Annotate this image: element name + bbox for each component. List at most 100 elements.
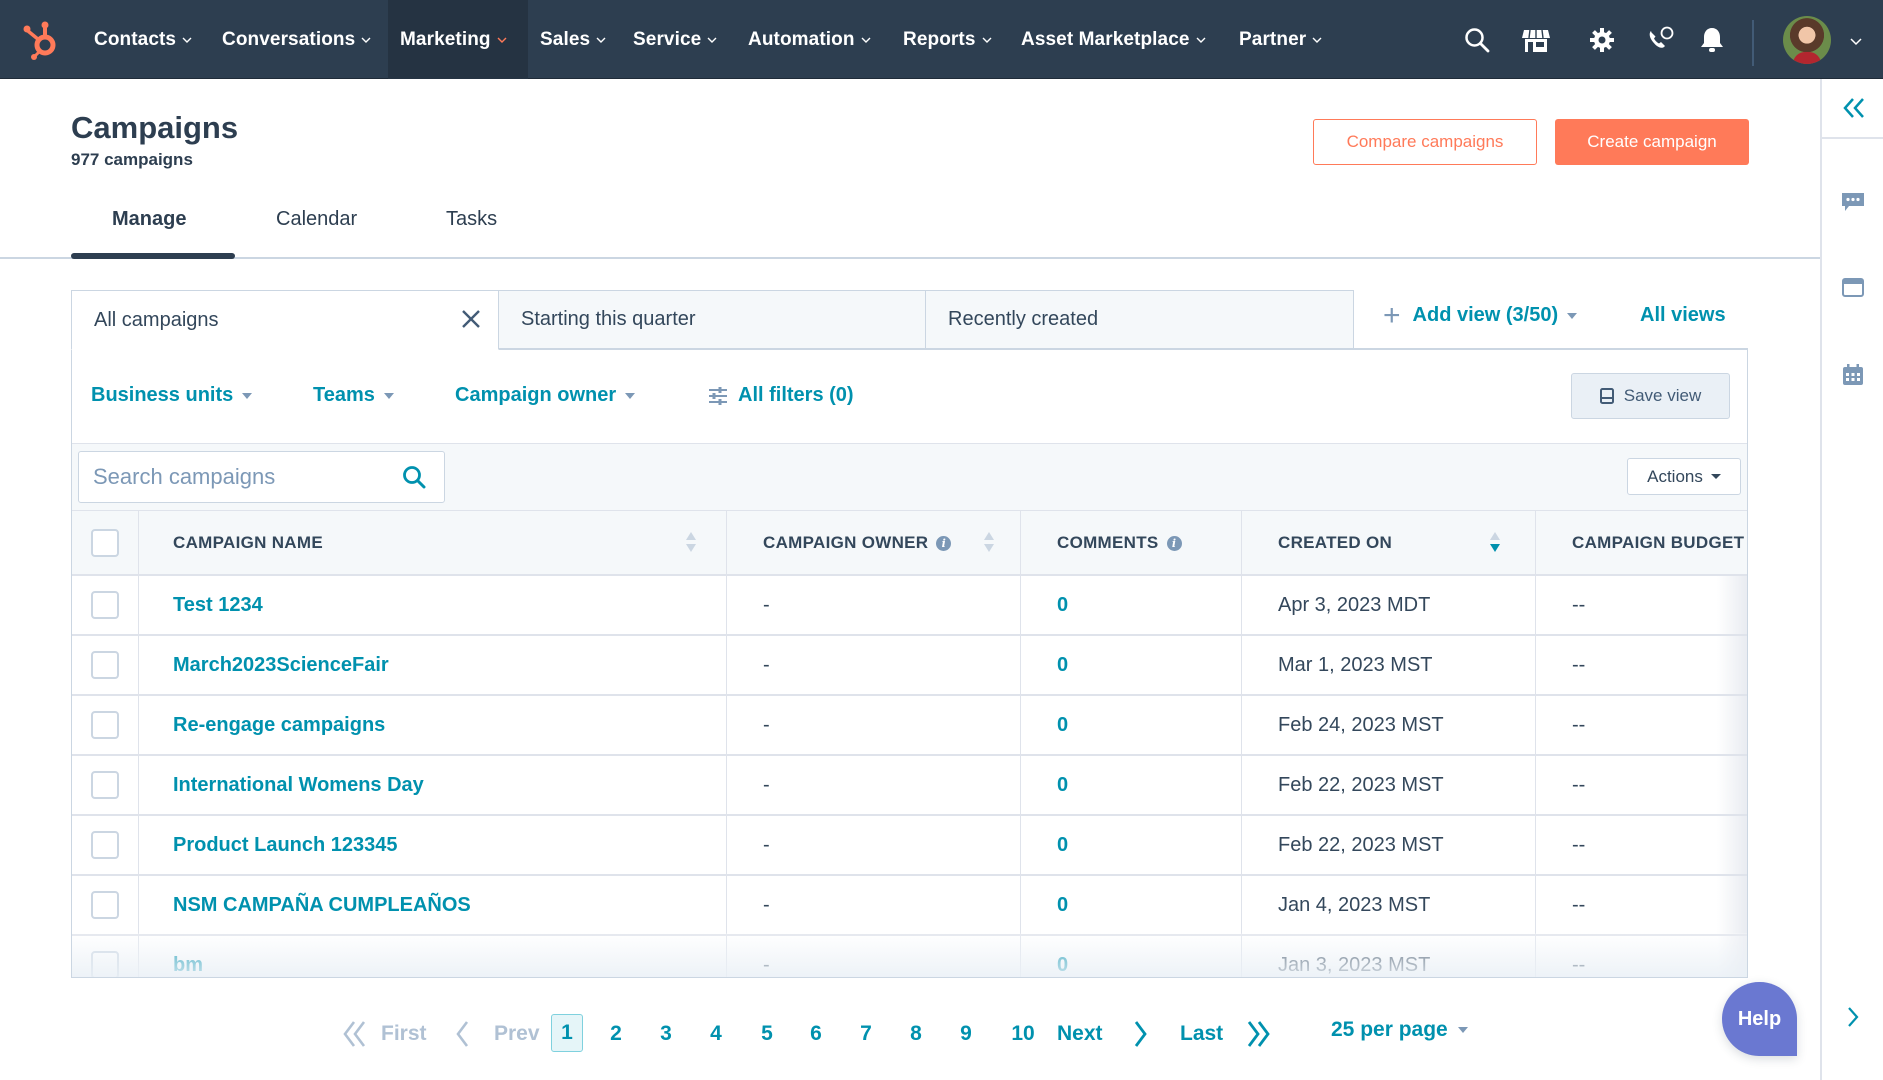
- row-checkbox[interactable]: [91, 711, 119, 739]
- settings-gear-icon[interactable]: [1587, 25, 1617, 55]
- last-page-button[interactable]: Last: [1180, 1016, 1223, 1052]
- save-view-button[interactable]: Save view: [1571, 373, 1730, 419]
- help-button[interactable]: Help: [1722, 982, 1797, 1056]
- last-page-double-chevron-icon[interactable]: [1242, 1016, 1274, 1052]
- next-chevron-icon[interactable]: [1131, 1016, 1151, 1052]
- campaign-name-link[interactable]: March2023ScienceFair: [138, 636, 726, 694]
- compare-campaigns-button[interactable]: Compare campaigns: [1313, 119, 1537, 165]
- sort-descending-icon[interactable]: [1489, 532, 1501, 554]
- calendar-icon[interactable]: [1840, 362, 1866, 388]
- per-page-dropdown[interactable]: 25 per page: [1331, 1018, 1468, 1042]
- column-header-label: CAMPAIGN NAME: [173, 533, 323, 552]
- close-icon[interactable]: [460, 308, 482, 330]
- search-input[interactable]: [93, 452, 393, 501]
- filter-teams[interactable]: Teams: [313, 384, 394, 407]
- view-tab-recently-created[interactable]: Recently created: [925, 290, 1354, 349]
- tab-tasks[interactable]: Tasks: [446, 208, 497, 231]
- comments-count-link[interactable]: 0: [1020, 636, 1241, 694]
- comments-count-link[interactable]: 0: [1020, 936, 1241, 977]
- page-button[interactable]: 3: [656, 1016, 676, 1052]
- expand-chevron-icon[interactable]: [1840, 1004, 1866, 1030]
- column-header-comments[interactable]: COMMENTS i: [1020, 511, 1241, 575]
- nav-item-marketing[interactable]: Marketing: [388, 0, 528, 79]
- comments-count-link[interactable]: 0: [1020, 756, 1241, 814]
- sort-icon[interactable]: [685, 532, 697, 554]
- column-header-campaign-owner[interactable]: CAMPAIGN OWNER i: [726, 511, 1020, 575]
- nav-item-contacts[interactable]: Contacts: [84, 0, 202, 79]
- chevron-down-icon: [861, 37, 871, 43]
- row-checkbox[interactable]: [91, 831, 119, 859]
- select-all-checkbox[interactable]: [91, 529, 119, 557]
- view-tab-label: All campaigns: [94, 308, 219, 331]
- nav-item-reports[interactable]: Reports: [893, 0, 1002, 79]
- comments-count-link[interactable]: 0: [1020, 696, 1241, 754]
- chevron-down-icon[interactable]: [1850, 36, 1862, 46]
- view-tab-all-campaigns[interactable]: All campaigns: [71, 290, 499, 350]
- campaign-name-link[interactable]: Test 1234: [138, 576, 726, 634]
- collapse-double-chevron-icon[interactable]: [1822, 79, 1883, 139]
- row-checkbox[interactable]: [91, 951, 119, 977]
- view-tab-starting-this-quarter[interactable]: Starting this quarter: [498, 290, 927, 349]
- page-button[interactable]: 10: [1006, 1016, 1040, 1052]
- row-checkbox[interactable]: [91, 591, 119, 619]
- page-button-current[interactable]: 1: [551, 1014, 583, 1052]
- nav-item-partner[interactable]: Partner: [1229, 0, 1332, 79]
- page-button[interactable]: 5: [757, 1016, 777, 1052]
- page-button[interactable]: 8: [906, 1016, 926, 1052]
- page-button[interactable]: 4: [706, 1016, 726, 1052]
- info-icon[interactable]: i: [936, 535, 952, 551]
- browser-window-icon[interactable]: [1840, 275, 1866, 301]
- row-checkbox[interactable]: [91, 891, 119, 919]
- comments-count-link[interactable]: 0: [1020, 576, 1241, 634]
- filter-campaign-owner[interactable]: Campaign owner: [455, 384, 636, 407]
- chat-icon[interactable]: [1840, 189, 1866, 215]
- search-campaigns-field[interactable]: [78, 451, 445, 503]
- row-select-cell: [72, 576, 138, 634]
- nav-item-service[interactable]: Service: [623, 0, 727, 79]
- create-campaign-button[interactable]: Create campaign: [1555, 119, 1749, 165]
- all-views-link[interactable]: All views: [1640, 304, 1726, 327]
- chevron-down-icon: [497, 37, 507, 43]
- sort-icon[interactable]: [983, 532, 995, 554]
- column-header-campaign-budget[interactable]: CAMPAIGN BUDGET: [1535, 511, 1747, 575]
- campaign-name-link[interactable]: Product Launch 123345: [138, 816, 726, 874]
- nav-item-label: Marketing: [400, 28, 491, 50]
- campaign-name-link[interactable]: NSM CAMPAÑA CUMPLEAÑOS: [138, 876, 726, 934]
- search-icon[interactable]: [402, 465, 426, 489]
- page-button[interactable]: 6: [806, 1016, 826, 1052]
- tab-calendar[interactable]: Calendar: [276, 208, 357, 231]
- campaign-name-link[interactable]: Re-engage campaigns: [138, 696, 726, 754]
- add-view-button[interactable]: + Add view (3/50): [1383, 300, 1578, 330]
- filter-business-units[interactable]: Business units: [91, 384, 253, 407]
- tab-manage[interactable]: Manage: [112, 208, 186, 231]
- page-button[interactable]: 7: [856, 1016, 876, 1052]
- column-header-created-on[interactable]: CREATED ON: [1241, 511, 1535, 575]
- search-icon[interactable]: [1462, 25, 1492, 55]
- nav-item-asset-marketplace[interactable]: Asset Marketplace: [1011, 0, 1216, 79]
- comments-count-link[interactable]: 0: [1020, 816, 1241, 874]
- notifications-bell-icon[interactable]: [1697, 25, 1727, 55]
- campaign-name-link[interactable]: bm: [138, 936, 726, 977]
- nav-item-label: Service: [633, 28, 702, 50]
- nav-item-conversations[interactable]: Conversations: [212, 0, 381, 79]
- info-icon[interactable]: i: [1166, 535, 1182, 551]
- save-icon: [1599, 388, 1614, 404]
- nav-item-automation[interactable]: Automation: [738, 0, 881, 79]
- row-checkbox[interactable]: [91, 771, 119, 799]
- campaign-name-link[interactable]: International Womens Day: [138, 756, 726, 814]
- created-on-cell: Feb 22, 2023 MST: [1241, 816, 1535, 874]
- marketplace-icon[interactable]: [1521, 25, 1551, 55]
- all-filters-button[interactable]: All filters (0): [708, 384, 854, 407]
- comments-count-link[interactable]: 0: [1020, 876, 1241, 934]
- user-avatar[interactable]: [1783, 16, 1831, 64]
- hubspot-logo-icon[interactable]: [22, 20, 60, 60]
- calling-icon[interactable]: [1646, 25, 1676, 55]
- actions-dropdown-button[interactable]: Actions: [1627, 458, 1741, 495]
- column-header-campaign-name[interactable]: CAMPAIGN NAME: [138, 511, 726, 575]
- next-page-button[interactable]: Next: [1057, 1016, 1103, 1052]
- row-checkbox[interactable]: [91, 651, 119, 679]
- chevron-down-icon: [596, 37, 606, 43]
- nav-item-sales[interactable]: Sales: [530, 0, 616, 79]
- page-button[interactable]: 2: [606, 1016, 626, 1052]
- page-button[interactable]: 9: [956, 1016, 976, 1052]
